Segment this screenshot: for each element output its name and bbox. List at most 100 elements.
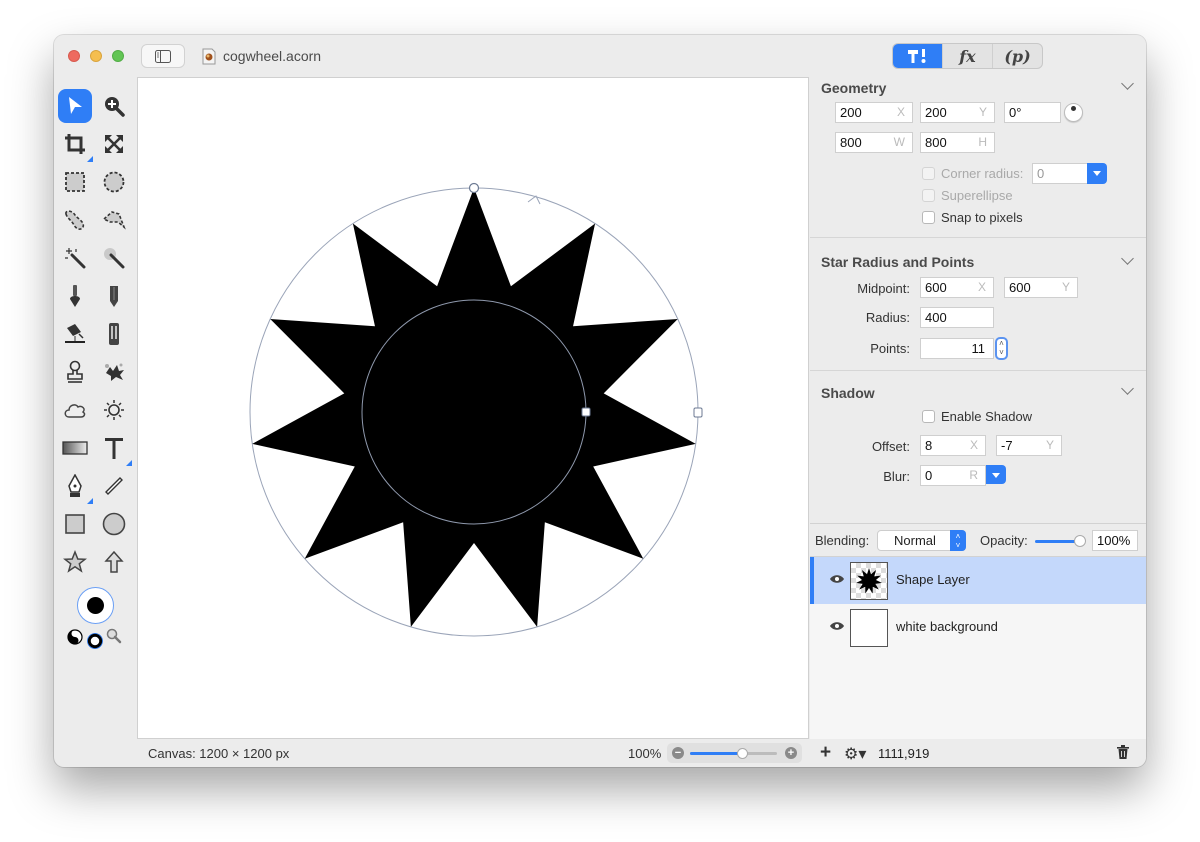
zoom-window-button[interactable] [112, 50, 124, 62]
lasso-icon [65, 210, 85, 230]
instant-alpha-icon [104, 248, 125, 269]
outer-radius-handle[interactable] [693, 407, 703, 418]
rectangle-tool[interactable] [58, 507, 92, 541]
shadow-offset-y-field[interactable]: -7 Y [996, 435, 1062, 456]
eye-visibility-icon[interactable] [829, 574, 845, 584]
line-tool[interactable] [97, 469, 131, 503]
zoom-tool[interactable] [97, 89, 131, 123]
magic-wand-tool[interactable] [58, 241, 92, 275]
gradient-tool[interactable] [58, 431, 92, 465]
sidebar-toggle-button[interactable] [141, 44, 185, 68]
opacity-label: Opacity: [980, 533, 1028, 548]
zoom-slider-knob[interactable] [737, 748, 749, 759]
gradient-icon [62, 441, 88, 455]
expand-arrows-icon [105, 135, 123, 153]
instant-alpha-tool[interactable] [97, 241, 131, 275]
point-handle[interactable] [468, 182, 480, 194]
crop-tool[interactable] [58, 127, 93, 162]
minimize-window-button[interactable] [90, 50, 102, 62]
width-field[interactable]: 800 W [835, 132, 913, 153]
opacity-slider-knob[interactable] [1074, 535, 1086, 547]
eye-visibility-icon[interactable] [829, 621, 845, 631]
smudge-tool[interactable] [97, 355, 131, 389]
blending-bar: Blending: Normal ˄ ˅ Opacity: 100% [810, 523, 1146, 557]
add-layer-button[interactable]: + [820, 742, 831, 764]
canvas[interactable] [137, 77, 809, 739]
blur-dropdown-button[interactable] [986, 465, 1006, 484]
layer-name: white background [896, 619, 998, 634]
clone-tool[interactable] [58, 355, 92, 389]
inner-radius-guide [361, 299, 587, 525]
tab-filters[interactable]: fx [943, 44, 993, 68]
swap-colors-icon[interactable] [67, 629, 83, 645]
h-suffix: H [978, 135, 987, 149]
blur-tool[interactable] [58, 393, 92, 427]
submenu-indicator [87, 156, 93, 162]
w-suffix: W [893, 135, 905, 149]
oval-tool[interactable] [97, 507, 131, 541]
corner-radius-field[interactable]: 0 [1032, 163, 1089, 184]
points-label: Points: [870, 341, 910, 356]
rotation-dial[interactable] [1064, 103, 1083, 122]
star-tool[interactable] [58, 545, 92, 579]
text-t-icon [105, 438, 123, 459]
midpoint-y-field[interactable]: 600 Y [1004, 277, 1078, 298]
points-field[interactable]: 11 [920, 338, 994, 359]
star-collapse-chevron-icon[interactable] [1121, 252, 1134, 265]
zoom-slider[interactable] [690, 748, 777, 759]
dodge-tool[interactable] [97, 393, 131, 427]
corner-radius-checkbox[interactable] [922, 167, 935, 180]
lasso-tool[interactable] [58, 203, 92, 237]
shadow-offset-x-field[interactable]: 8X [920, 435, 986, 456]
rotation-angle-field[interactable]: 0° [1004, 102, 1061, 123]
brush-tool[interactable] [58, 279, 92, 313]
gear-menu-icon[interactable]: ⚙▾ [844, 744, 866, 764]
pencil-tool[interactable] [97, 279, 131, 313]
geometry-collapse-chevron-icon[interactable] [1121, 77, 1134, 90]
tab-tools[interactable] [893, 44, 943, 68]
eraser-tool[interactable] [97, 317, 131, 351]
y-position-field[interactable]: 200 Y [920, 102, 995, 123]
magic-wand-icon [65, 248, 86, 269]
zoom-in-button[interactable]: + [785, 747, 797, 759]
snap-to-pixels-checkbox[interactable] [922, 211, 935, 224]
points-stepper[interactable]: ˄ ˅ [995, 337, 1008, 360]
inner-radius-handle[interactable] [581, 407, 591, 417]
layer-row[interactable]: white background [810, 604, 1146, 651]
zoom-control: − + [667, 743, 802, 763]
corner-radius-dropdown-button[interactable] [1087, 163, 1107, 184]
zoom-out-button[interactable]: − [672, 747, 684, 759]
color-well[interactable] [77, 587, 114, 624]
opacity-field[interactable]: 100% [1092, 530, 1138, 551]
midpoint-x-field[interactable]: 600 X [920, 277, 994, 298]
color-picker-magnifier-icon[interactable] [106, 628, 122, 644]
submenu-indicator [126, 460, 132, 466]
ellipse-select-tool[interactable] [97, 165, 131, 199]
default-colors-icon[interactable] [87, 633, 103, 649]
paint-bucket-tool[interactable] [58, 317, 92, 351]
x-value: 200 [840, 105, 862, 120]
midpoint-label: Midpoint: [857, 281, 910, 296]
superellipse-checkbox[interactable] [922, 189, 935, 202]
text-tool[interactable] [97, 431, 132, 466]
transform-tool[interactable] [97, 127, 131, 161]
rect-select-tool[interactable] [58, 165, 92, 199]
close-window-button[interactable] [68, 50, 80, 62]
x-position-field[interactable]: 200 X [835, 102, 913, 123]
hammer-brush-icon [907, 49, 925, 63]
submenu-indicator [87, 498, 93, 504]
blend-mode-popup[interactable]: Normal ˄ ˅ [877, 530, 966, 551]
radius-field[interactable]: 400 [920, 307, 994, 328]
enable-shadow-checkbox[interactable] [922, 410, 935, 423]
layer-row[interactable]: Shape Layer [810, 557, 1146, 604]
height-field[interactable]: 800 H [920, 132, 995, 153]
pen-tool[interactable] [58, 469, 93, 504]
shadow-blur-field[interactable]: 0R [920, 465, 986, 486]
select-tool[interactable] [58, 89, 92, 123]
shadow-collapse-chevron-icon[interactable] [1121, 382, 1134, 395]
y-suffix: Y [978, 105, 987, 119]
arrow-tool[interactable] [97, 545, 131, 579]
tab-properties[interactable]: (p) [993, 44, 1042, 68]
trash-icon[interactable] [1117, 745, 1129, 759]
polygon-lasso-tool[interactable] [97, 203, 131, 237]
